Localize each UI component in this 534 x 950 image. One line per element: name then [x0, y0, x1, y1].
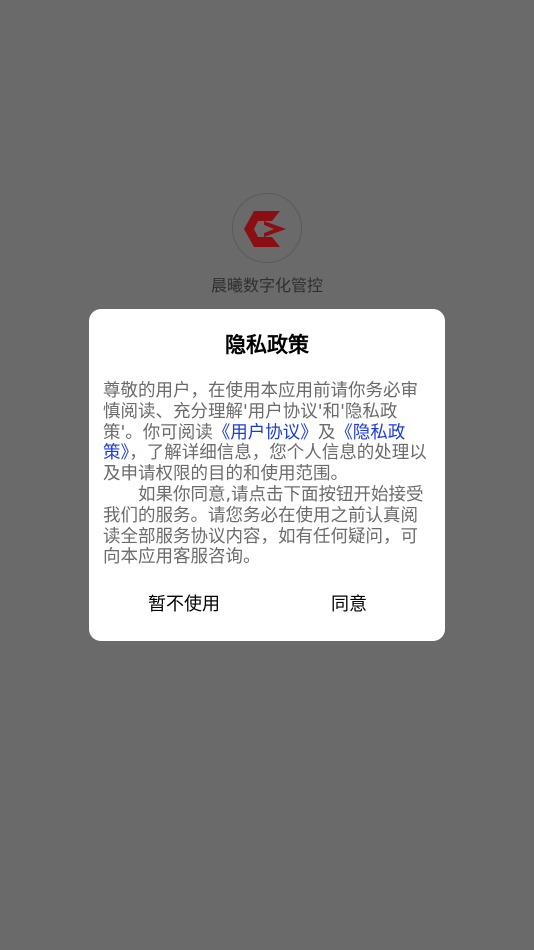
- agree-button[interactable]: 同意: [269, 589, 429, 619]
- privacy-policy-dialog: 隐私政策 尊敬的用户，在使用本应用前请你务必审慎阅读、充分理解'用户协议'和'隐…: [89, 309, 445, 641]
- splash-screen: 晨曦数字化管控 隐私政策 尊敬的用户，在使用本应用前请你务必审慎阅读、充分理解'…: [0, 0, 534, 950]
- red-play-logo-icon: [244, 211, 286, 247]
- app-name: 晨曦数字化管控: [210, 276, 323, 295]
- dialog-title: 隐私政策: [225, 333, 309, 357]
- paragraph-text: 及: [317, 422, 336, 443]
- dialog-body: 尊敬的用户，在使用本应用前请你务必审慎阅读、充分理解'用户协议'和'隐私政策'。…: [103, 381, 433, 568]
- decline-button[interactable]: 暂不使用: [104, 589, 264, 619]
- paragraph-text: ，了解详细信息，您个人信息的处理以及申请权限的目的和使用范围。: [103, 443, 427, 485]
- dialog-paragraph-2: 如果你同意,请点击下面按钮开始接受我们的服务。请您务必在使用之前认真阅读全部服务…: [103, 485, 433, 568]
- paragraph-text: 如果你同意,请点击下面按钮开始接受我们的服务。请您务必在使用之前认真阅读全部服务…: [103, 484, 424, 568]
- dialog-paragraph-1: 尊敬的用户，在使用本应用前请你务必审慎阅读、充分理解'用户协议'和'隐私政策'。…: [103, 381, 433, 485]
- app-logo: [232, 193, 304, 265]
- user-agreement-link[interactable]: 《用户协议》: [213, 423, 318, 443]
